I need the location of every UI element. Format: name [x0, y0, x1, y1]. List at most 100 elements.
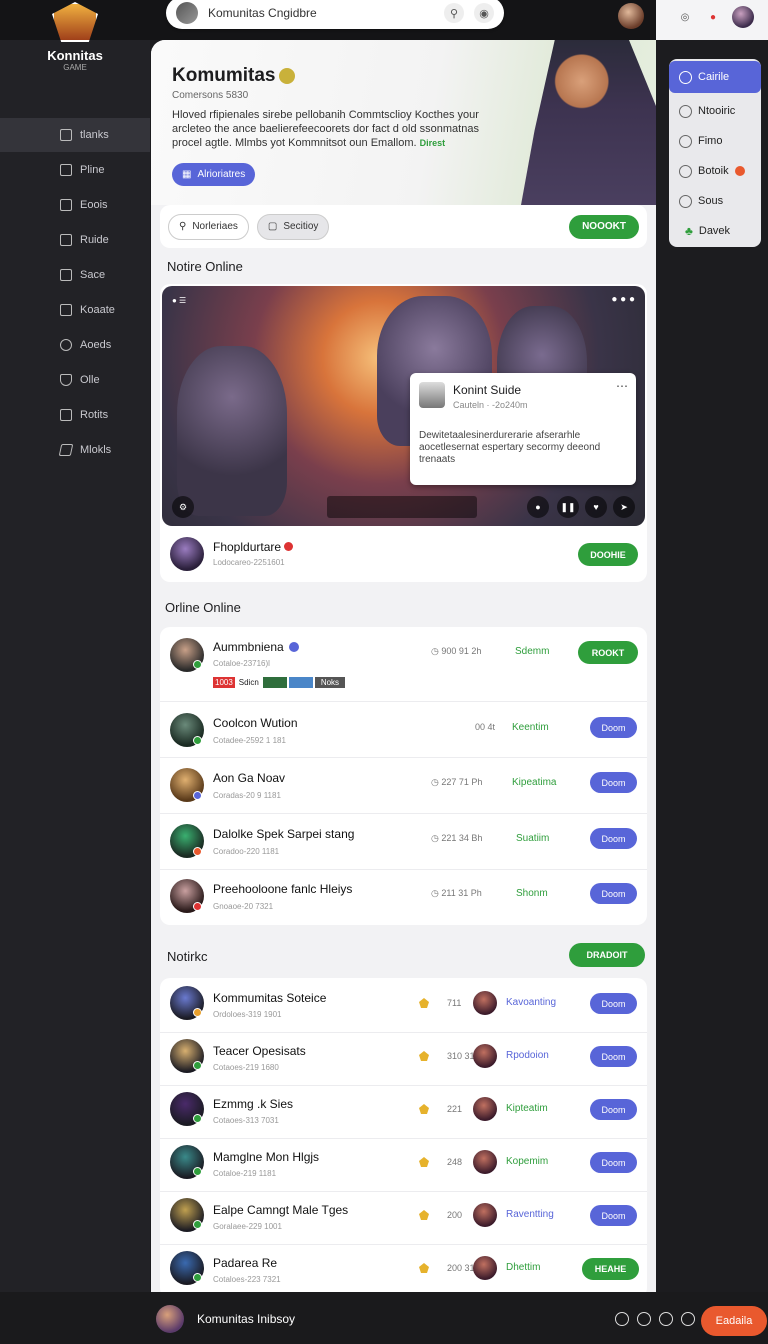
- video-settings-icon[interactable]: ⚙: [172, 496, 194, 518]
- filter-chip-1[interactable]: ⚲ Norleriaes: [168, 213, 249, 240]
- popup-status: Cauteln · -2o240m: [453, 400, 528, 410]
- row-action-button[interactable]: Doom: [590, 1205, 637, 1226]
- game-icon: [473, 1256, 497, 1280]
- sidebar-item-label: Olle: [80, 374, 100, 386]
- row-status-link[interactable]: Kopemim: [506, 1156, 548, 1167]
- user-popup-card[interactable]: Konint Suide Cauteln · -2o240m ⋯ Dewitet…: [410, 373, 636, 485]
- row-action-button[interactable]: Doom: [590, 883, 637, 904]
- row-action-button[interactable]: Doom: [590, 772, 637, 793]
- sidebar-item-9[interactable]: Mlokls: [0, 433, 150, 467]
- divider: [160, 869, 647, 870]
- admin-button[interactable]: ▦ Alrioriatres: [172, 163, 256, 186]
- divider: [160, 701, 647, 702]
- row-action-button[interactable]: Doom: [590, 828, 637, 849]
- search-bar[interactable]: Komunitas Cngidbre ⚲ ◉: [166, 0, 504, 29]
- right-item-label: Cairile: [698, 71, 730, 83]
- sidebar-item-7[interactable]: Olle: [0, 363, 150, 397]
- row-sub: Goralaee-229 1001: [213, 1222, 282, 1231]
- video-progress-bar[interactable]: [327, 496, 477, 518]
- search-input[interactable]: Komunitas Cngidbre: [208, 6, 434, 20]
- film-icon: [679, 134, 692, 148]
- filter-chip-2[interactable]: ▢ Secitioy: [256, 213, 330, 240]
- row-action-button[interactable]: Doom: [590, 717, 637, 738]
- heart-icon[interactable]: [615, 1312, 629, 1326]
- sidebar-item-2[interactable]: Eoois: [0, 188, 150, 222]
- status-icon: [193, 1061, 202, 1070]
- share-icon[interactable]: ➤: [613, 496, 635, 518]
- row-status-link[interactable]: Kipteatim: [506, 1103, 548, 1114]
- filter-action-button[interactable]: NOOOKT: [569, 214, 639, 239]
- row-status-link[interactable]: Suatiim: [516, 833, 549, 844]
- sidebar-item-4[interactable]: Sace: [0, 258, 150, 292]
- refresh-icon[interactable]: [681, 1312, 695, 1326]
- video-menu-icon[interactable]: ● ☰: [172, 296, 186, 305]
- sidebar-item-label: Rotits: [80, 409, 109, 421]
- row-status-link[interactable]: Dhettim: [506, 1262, 540, 1273]
- row-stat: ◷ 211 31 Ph: [431, 888, 482, 899]
- row-status-link[interactable]: Shonm: [516, 888, 548, 899]
- row-sub: Cotaloe-219 1181: [213, 1169, 277, 1178]
- bottom-action-button[interactable]: Eadaila: [701, 1306, 767, 1336]
- top-avatar[interactable]: [618, 3, 644, 29]
- sidebar-item-8[interactable]: Rotits: [0, 398, 150, 432]
- row-status-link[interactable]: Sdemm: [515, 646, 549, 657]
- avatar[interactable]: [170, 537, 204, 571]
- check-icon[interactable]: [659, 1312, 673, 1326]
- right-item-1[interactable]: Ntooiric: [669, 96, 761, 126]
- status-icon: [193, 1114, 202, 1123]
- sidebar-item-label: Eoois: [80, 199, 108, 211]
- section-header-button[interactable]: DRADOIT: [569, 943, 645, 967]
- compass-icon[interactable]: [637, 1312, 651, 1326]
- online-status-icon: [193, 847, 202, 856]
- right-item-3[interactable]: Botoik: [669, 156, 761, 186]
- row-status-link[interactable]: Rpodoion: [506, 1050, 549, 1061]
- row-stat: 711: [447, 998, 462, 1008]
- sidebar-item-3[interactable]: Ruide: [0, 223, 150, 257]
- right-item-2[interactable]: Fimo: [669, 126, 761, 156]
- row-status-link[interactable]: Raventting: [506, 1209, 554, 1220]
- right-item-4[interactable]: Sous: [669, 186, 761, 216]
- row-action-button[interactable]: Doom: [590, 1046, 637, 1067]
- verified-badge-icon: [279, 67, 296, 84]
- section-title-3: Notirkc: [167, 949, 208, 964]
- square-icon: ▢: [267, 221, 278, 232]
- more-options-icon[interactable]: ⋯: [616, 379, 628, 393]
- featured-sub: Lodocareo-2251601: [213, 558, 285, 567]
- sidebar-item-0[interactable]: tlanks: [0, 118, 150, 152]
- tag: Noks: [314, 677, 346, 688]
- settings-icon[interactable]: ◎: [676, 8, 694, 26]
- record-icon[interactable]: ◉: [474, 3, 494, 23]
- game-icon: [473, 1203, 497, 1227]
- row-action-button[interactable]: ROOKT: [578, 641, 638, 664]
- sidebar-item-1[interactable]: Pline: [0, 153, 150, 187]
- right-item-0[interactable]: Cairile: [669, 61, 761, 93]
- video-player[interactable]: ● ☰ ● ● ● Konint Suide Cauteln · -2o240m…: [162, 286, 645, 526]
- row-action-button[interactable]: Doom: [590, 1152, 637, 1173]
- row-action-button[interactable]: Doom: [590, 993, 637, 1014]
- space-icon: [60, 269, 72, 281]
- row-action-button[interactable]: HEAHE: [582, 1258, 639, 1280]
- sidebar-item-6[interactable]: Aoeds: [0, 328, 150, 362]
- tag: [288, 677, 313, 688]
- description-tag[interactable]: Direst: [420, 138, 446, 148]
- sidebar-item-5[interactable]: Koaate: [0, 293, 150, 327]
- row-sub: Coradoo-220 1181: [213, 847, 280, 856]
- pause-icon[interactable]: ❚❚: [557, 496, 579, 518]
- search-icon[interactable]: ⚲: [444, 3, 464, 23]
- row-status-link[interactable]: Kipeatima: [512, 777, 556, 788]
- featured-join-button[interactable]: DOOHIE: [578, 543, 638, 566]
- row-action-button[interactable]: Doom: [590, 1099, 637, 1120]
- community-thumbnail: [176, 2, 198, 24]
- bottom-avatar[interactable]: [156, 1305, 184, 1333]
- row-status-link[interactable]: Kavoanting: [506, 997, 556, 1008]
- avatar-control[interactable]: ●: [527, 496, 549, 518]
- featured-name-text: Fhopldurtare: [213, 540, 282, 554]
- notification-icon[interactable]: ●: [704, 8, 722, 26]
- online-status-icon: [193, 736, 202, 745]
- row-status-link[interactable]: Keentim: [512, 722, 549, 733]
- create-icon: [60, 304, 72, 316]
- right-item-5[interactable]: ♣ Davek: [669, 216, 761, 246]
- video-top-controls[interactable]: ● ● ●: [611, 294, 635, 305]
- profile-avatar[interactable]: [732, 6, 754, 28]
- heart-icon[interactable]: ♥: [585, 496, 607, 518]
